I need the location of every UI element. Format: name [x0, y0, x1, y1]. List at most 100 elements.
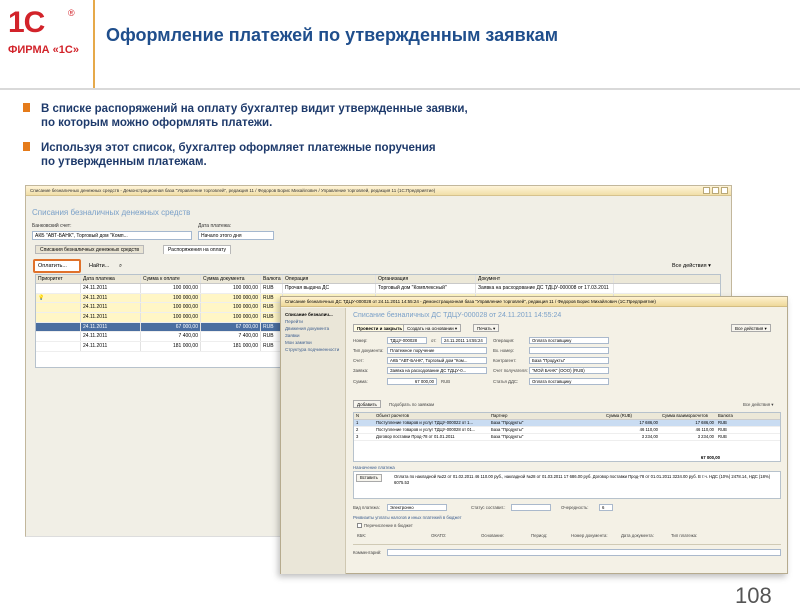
budget-checkbox-label: Перечисление в бюджет	[364, 523, 413, 528]
cell: 24.11.2011	[81, 322, 141, 332]
table-row[interactable]: 3 Договор поставки Прод-78 от 01.01.2011 Б…	[354, 434, 780, 441]
date-field[interactable]: 24.11.2011 14:55:24	[441, 337, 487, 344]
operation-field[interactable]: Оплата поставщику	[529, 337, 609, 344]
column-header[interactable]: N	[354, 413, 374, 419]
insert-button[interactable]: Вставить	[356, 474, 382, 482]
in-number-field[interactable]	[529, 347, 609, 354]
cell	[36, 332, 81, 342]
date-from-label: от:	[431, 338, 437, 343]
column-header[interactable]: Сумма к оплате	[141, 275, 201, 283]
column-header[interactable]: Объект расчетов	[374, 413, 489, 419]
cell: 3 234,00	[697, 434, 714, 439]
cell: 24.11.2011	[81, 332, 141, 342]
side-link-requests[interactable]: Заявки	[281, 332, 345, 339]
doc-type-field[interactable]: Платежное поручение	[387, 347, 487, 354]
form-header: Списание безналичных ДС ТДЦУ-000028 от 2…	[353, 312, 562, 319]
column-header[interactable]: Валюта	[261, 275, 283, 283]
find-button[interactable]: Найти...	[86, 260, 112, 272]
side-link-goto[interactable]: Перейти	[281, 318, 345, 325]
column-header[interactable]: Дата платежа	[81, 275, 141, 283]
bank-account-field[interactable]: АКБ "АВТ-БАНК", Торговый дом "Ком...	[387, 357, 487, 364]
maximize-icon[interactable]	[712, 187, 719, 194]
table-row[interactable]: 24.11.2011 100 000,00 100 000,00 RUB Прочая …	[36, 284, 720, 294]
side-link-notes[interactable]: Мои заметки	[281, 339, 345, 346]
cell: 67 000,00	[141, 322, 201, 332]
contractor-field[interactable]: База "Продукты"	[529, 357, 609, 364]
table-header: N Объект расчетов Партнер Сумма (RUB) Су…	[354, 413, 780, 420]
cell: RUB	[718, 420, 727, 425]
slide-title: Оформление платежей по утвержденным заяв…	[106, 25, 559, 45]
cell: База "Продукты"	[491, 427, 524, 432]
column-header[interactable]: Сумма документа	[201, 275, 261, 283]
bullet-text: Используя этот список, бухгалтер оформля…	[41, 142, 436, 168]
bank-account-label: Счет:	[353, 358, 364, 363]
pay-button[interactable]: Оплатить...	[33, 259, 81, 273]
page-number: 108	[735, 583, 772, 608]
doc-date-label: Дата документа:	[621, 533, 654, 538]
column-header[interactable]: Партнер	[489, 413, 604, 419]
cell	[36, 322, 81, 332]
payment-date-field[interactable]: Начало этого дня	[198, 231, 274, 240]
purpose-text: Оплата по накладной №22 от 01.02.2011 46…	[394, 474, 771, 485]
cell: 181 000,00	[201, 342, 261, 351]
cell: 100 000,00	[201, 313, 261, 322]
add-button[interactable]: Добавить	[353, 400, 381, 408]
minimize-icon[interactable]	[703, 187, 710, 194]
side-link-structure[interactable]: Структура подчиненности	[281, 346, 345, 353]
status-field[interactable]	[511, 504, 551, 511]
cell: Торговый дом "Комплексный"	[376, 284, 476, 293]
table-row[interactable]: 2 Поступление товаров и услуг ТДЦУ-000028…	[354, 427, 780, 434]
bullet-text: В списке распоряжений на оплату бухгалте…	[41, 103, 468, 129]
column-header[interactable]: Документ	[476, 275, 614, 283]
cell: 3 234,00	[641, 434, 658, 439]
basis-label: Основание:	[481, 533, 505, 538]
cell: Прочая выдача ДС	[283, 284, 376, 293]
close-icon[interactable]	[721, 187, 728, 194]
purpose-field[interactable]: Вставить Оплата по накладной №22 от 01.0…	[353, 471, 781, 499]
all-actions-menu[interactable]: Все действия ▾	[669, 260, 714, 272]
select-by-requests-link[interactable]: Подобрать по заявкам	[389, 402, 434, 407]
priority-field[interactable]: 6	[599, 504, 613, 511]
find-label: Найти...	[89, 263, 110, 269]
payment-date-label: Дата платежа:	[198, 223, 232, 229]
table-header: Приоритет Дата платежа Сумма к оплате Су…	[36, 275, 720, 284]
tab-writeoffs[interactable]: Списания безналичных денежных средств	[35, 245, 145, 254]
bank-account-field[interactable]: АКБ "АВТ-БАНК", Торговый дом "Комп...	[32, 231, 192, 240]
budget-checkbox[interactable]: Перечисление в бюджет	[357, 523, 413, 529]
column-header[interactable]: Валюта	[716, 413, 776, 419]
purpose-label: Назначение платежа	[353, 465, 395, 470]
window-title: Списание безналичных ДС ТДЦУ-000028 от 2…	[281, 297, 787, 307]
column-header[interactable]: Приоритет	[36, 275, 81, 283]
table-row[interactable]: 1 Поступление товаров и услуг ТДЦУ-000022…	[354, 420, 780, 427]
request-field[interactable]: Заявка на расходование ДС ТДЦУ-0...	[387, 367, 487, 374]
cell: 46 110,00	[639, 427, 658, 432]
payment-type-field[interactable]: Электронно	[387, 504, 447, 511]
sum-label: Сумма:	[353, 379, 368, 384]
cash-flow-field[interactable]: Оплата поставщику	[529, 378, 609, 385]
post-and-close-button[interactable]: Провести и закрыть	[353, 324, 407, 332]
comment-field[interactable]	[387, 549, 781, 556]
recipient-account-field[interactable]: "МОЙ БАНК" (ООО) (RUB)	[529, 367, 609, 374]
cell: База "Продукты"	[491, 420, 524, 425]
cell: 7 400,00	[141, 332, 201, 342]
grid-all-actions-menu[interactable]: Все действия ▾	[743, 402, 773, 408]
number-field[interactable]: ТДЦУ-000028	[387, 337, 427, 344]
budget-section-label: Реквизиты уплаты налогов и иных платежей…	[353, 515, 462, 520]
column-header[interactable]: Сумма взаиморасчетов	[660, 413, 716, 419]
side-link-movements[interactable]: Движения документа	[281, 325, 345, 332]
bullet-item: Используя этот список, бухгалтер оформля…	[23, 141, 436, 183]
all-actions-menu[interactable]: Все действия ▾	[731, 324, 771, 332]
column-header[interactable]: Операция	[283, 275, 376, 283]
document-window: Списание безналичных ДС ТДЦУ-000028 от 2…	[280, 296, 788, 574]
tab-payment-orders[interactable]: Распоряжения на оплату	[163, 245, 232, 254]
window-title: Списание безналичных денежных средств - …	[26, 186, 731, 196]
sum-field[interactable]: 67 000,00	[387, 378, 437, 385]
search-icon[interactable]: ⌕	[116, 260, 125, 272]
bullet-marker-icon	[23, 103, 30, 112]
grid-total: 67 000,00	[700, 455, 720, 460]
column-header[interactable]: Сумма (RUB)	[604, 413, 660, 419]
window-controls	[703, 187, 728, 194]
print-button[interactable]: Печать ▾	[473, 324, 500, 332]
create-based-button[interactable]: Создать на основании ▾	[403, 324, 462, 332]
column-header[interactable]: Организация	[376, 275, 476, 283]
